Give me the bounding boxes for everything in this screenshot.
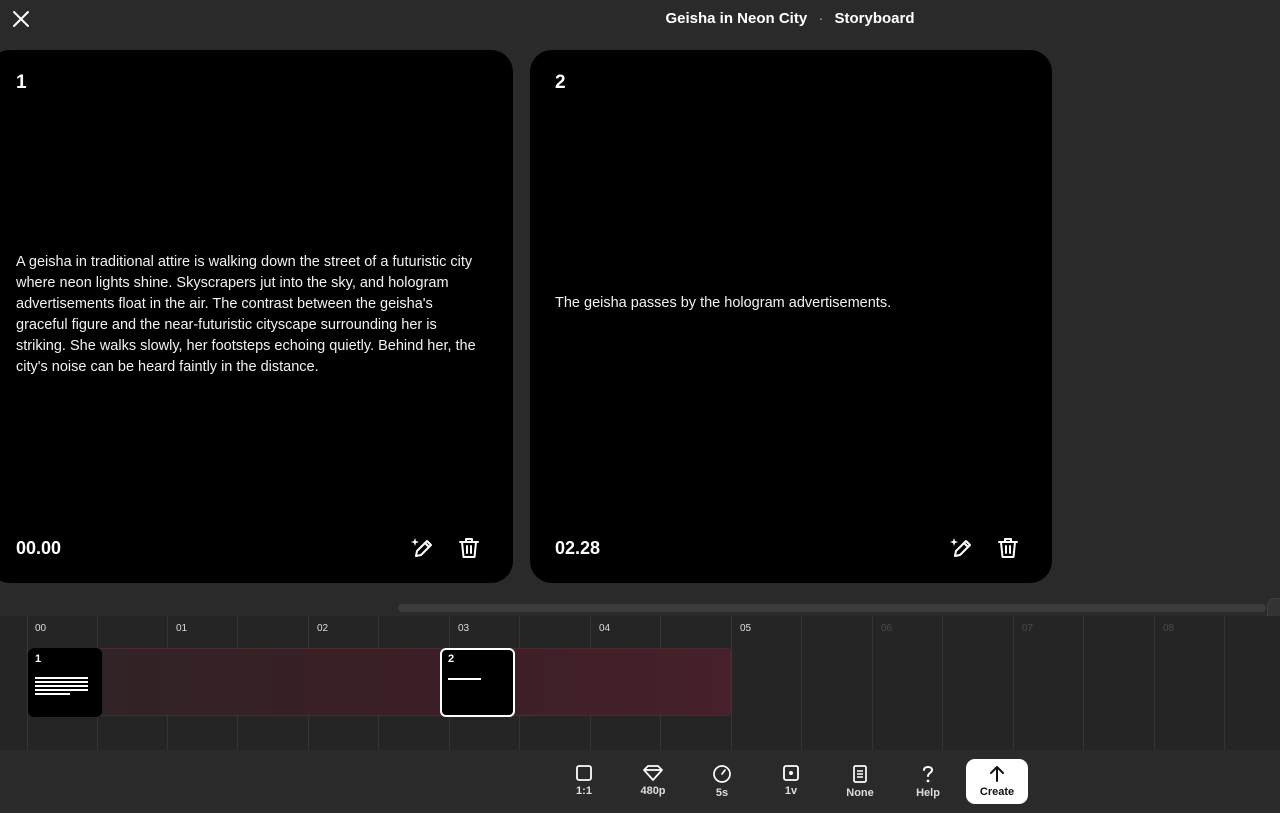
variations-button[interactable]: 1v [765,758,817,804]
timeline-gridline [1154,616,1155,750]
project-title: Geisha in Neon City [665,10,808,27]
card-timestamp: 02.28 [555,538,601,558]
document-icon [853,765,867,783]
timeline-gridline [1224,616,1225,750]
timeline-clip-range[interactable] [28,648,731,716]
timeline-label: 00 [35,623,47,634]
timeline-label: 04 [599,623,611,634]
card-number: 2 [555,72,566,93]
timeline-gridline [801,616,802,750]
question-mark-icon [923,766,934,783]
shot-number: 2 [448,653,455,665]
arrow-up-icon [990,766,1004,782]
trash-icon [998,538,1018,558]
page-title: Geisha in Neon City · Storyboard [0,10,1280,27]
bottom-toolbar: 1:1 480p 5s 1v None Help Create [0,750,1280,813]
title-separator: · [818,10,824,27]
resolution-button[interactable]: 480p [627,758,679,804]
preset-label: None [846,787,874,799]
storyboard-card-1[interactable]: 1 A geisha in traditional attire is walk… [0,50,513,583]
timeline-label: 06 [881,623,893,634]
gauge-icon [713,765,731,783]
view-name: Storyboard [834,10,915,27]
square-icon [576,765,592,781]
preset-button[interactable]: None [834,758,886,804]
variations-label: 1v [784,785,798,797]
storyboard-card-2[interactable]: 2 The geisha passes by the hologram adve… [530,50,1052,583]
card-description: The geisha passes by the hologram advert… [555,295,892,311]
timeline-gridline [942,616,943,750]
delete-card-button[interactable] [995,535,1021,561]
timeline-label: 07 [1022,623,1034,634]
create-button[interactable]: Create [966,759,1028,804]
create-label: Create [979,786,1015,798]
card-timestamp: 00.00 [16,538,62,558]
shot-number: 1 [35,653,42,665]
help-button[interactable]: Help [902,758,954,804]
aspect-ratio-button[interactable]: 1:1 [558,758,610,804]
timeline[interactable]: 00 01 02 03 04 05 06 07 08 1 2 [0,616,1280,750]
timeline-label: 01 [176,623,188,634]
aspect-ratio-label: 1:1 [576,785,592,797]
card-number: 1 [16,72,27,93]
trash-icon [459,538,479,558]
diamond-icon [643,765,663,781]
timeline-gridline [1083,616,1084,750]
shot-text-preview [448,678,481,682]
timeline-label: 05 [740,623,752,634]
timeline-shot-2[interactable]: 2 [440,648,515,717]
edit-card-button[interactable] [410,535,436,561]
timeline-label: 08 [1163,623,1175,634]
duration-label: 5s [715,787,729,799]
edit-card-button[interactable] [949,535,975,561]
shot-text-preview [35,677,88,697]
timeline-shot-1[interactable]: 1 [28,648,102,717]
help-label: Help [916,787,940,799]
timeline-label: 03 [458,623,470,634]
magic-pencil-icon [950,538,971,557]
magic-pencil-icon [411,538,432,557]
square-dot-icon [783,765,799,781]
delete-card-button[interactable] [456,535,482,561]
timeline-gridline [1013,616,1014,750]
resolution-label: 480p [640,785,666,797]
timeline-label: 02 [317,623,329,634]
horizontal-scrollbar[interactable] [398,604,1266,612]
timeline-gridline [731,616,732,750]
timeline-gridline [872,616,873,750]
card-description: A geisha in traditional attire is walkin… [16,254,476,375]
duration-button[interactable]: 5s [696,758,748,804]
